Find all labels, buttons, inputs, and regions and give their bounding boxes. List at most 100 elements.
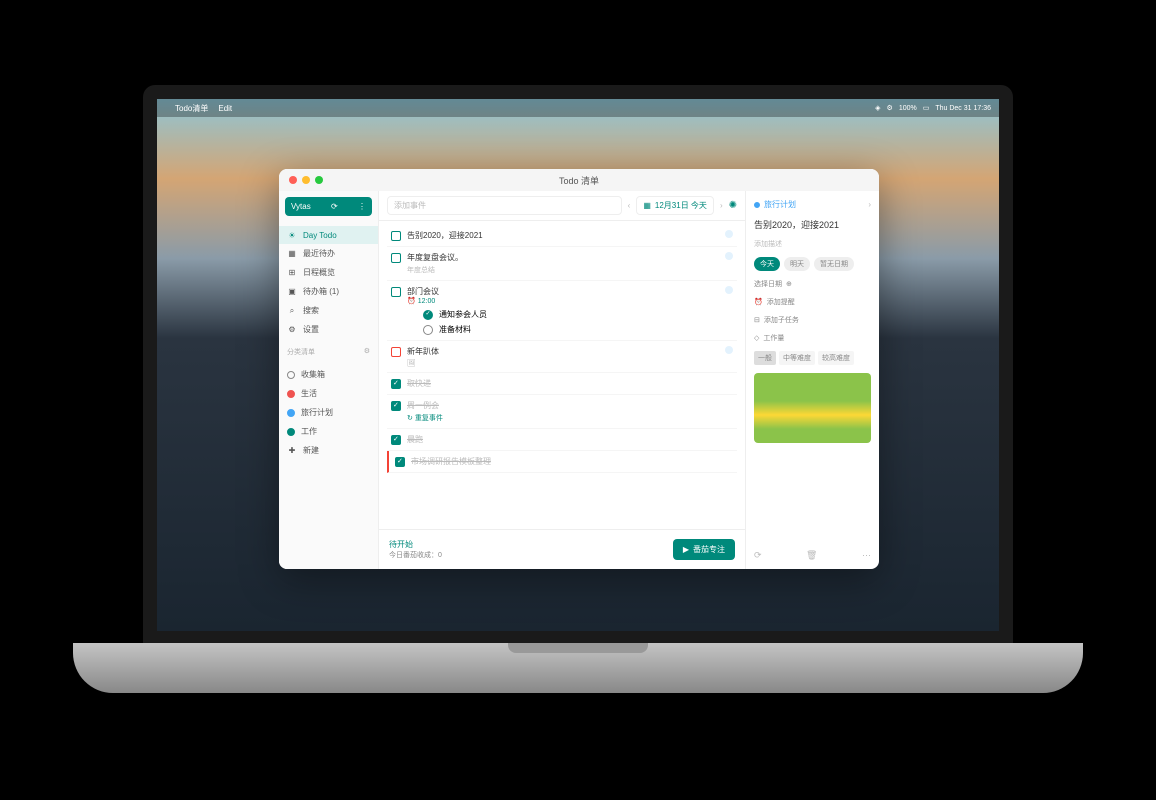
titlebar: Todo 清单 [279,169,879,191]
sync-icon[interactable]: ⟳ [331,202,338,211]
next-day-button[interactable]: › [720,201,723,210]
macos-menubar: Todo清单 Edit ◈ ⚙ 100% ▭ Thu Dec 31 17:36 [157,99,999,117]
effort-row: ◇工作量 [754,333,871,343]
nav-settings[interactable]: ⚙设置 [279,320,378,339]
diff-normal[interactable]: 一般 [754,351,776,365]
bluetooth-icon[interactable]: ⚙ [887,104,893,112]
section-lists: 分类清单 ⚙ [279,343,378,361]
checkbox[interactable] [391,253,401,263]
nav-day-todo[interactable]: ☀Day Todo [279,226,378,244]
list-work[interactable]: 工作 [279,422,378,441]
edit-menu[interactable]: Edit [218,104,232,113]
dot-icon [287,409,295,417]
checkbox[interactable] [391,435,401,445]
task-item[interactable]: 新年趴体🖼 [387,341,737,373]
task-item[interactable]: 市场调研报告模板整理 [387,451,737,473]
play-icon: ▶ [683,545,689,554]
detail-panel: 旅行计划 › 告别2020，迎接2021 添加描述 今天 明天 暂无日期 选择日… [745,191,879,569]
checkbox[interactable] [391,401,401,411]
detail-title[interactable]: 告别2020，迎接2021 [754,218,871,231]
search-icon: ⌕ [287,306,297,316]
detail-desc[interactable]: 添加描述 [754,239,871,249]
subtask-row[interactable]: ⊟添加子任务 [754,315,871,325]
chip-tomorrow[interactable]: 明天 [784,257,810,271]
diff-medium[interactable]: 中等难度 [779,351,815,365]
task-item[interactable]: 部门会议⏰12:00通知参会人员准备材料 [387,281,737,341]
minimize-button[interactable] [302,176,310,184]
more-icon[interactable]: ⋯ [862,550,871,561]
close-button[interactable] [289,176,297,184]
repeat-icon: ↻ [407,415,413,422]
laptop-base [73,643,1083,693]
date-picker[interactable]: ▦ 12月31日 今天 [636,196,714,215]
maximize-button[interactable] [315,176,323,184]
status-text: 待开始 [389,539,442,550]
sun-icon: ☀ [287,230,297,240]
diamond-icon: ◇ [754,334,759,342]
pomodoro-button[interactable]: ▶ 番茄专注 [673,539,735,560]
flag-icon[interactable] [725,346,733,354]
nav-schedule[interactable]: ⊞日程概览 [279,263,378,282]
checkbox[interactable] [391,379,401,389]
task-item[interactable]: 周一例会↻ 重复事件 [387,395,737,429]
subtask-icon: ⊟ [754,316,760,324]
datetime[interactable]: Thu Dec 31 17:36 [935,105,991,112]
add-list-icon[interactable]: ⚙ [364,347,370,357]
task-item[interactable]: 年度复盘会议。年度总结 [387,247,737,281]
flag-icon[interactable] [725,286,733,294]
app-window: Todo 清单 Vytas ⟳ ⋮ ☀Day Todo ▦最近待办 ⊞日程概览 … [279,169,879,569]
nav-search[interactable]: ⌕搜索 [279,301,378,320]
focus-icon[interactable]: ✺ [729,200,737,211]
task-item[interactable]: 晨跑 [387,429,737,451]
checkbox[interactable] [391,347,401,357]
chevron-right-icon[interactable]: › [868,200,871,209]
screen: Todo清单 Edit ◈ ⚙ 100% ▭ Thu Dec 31 17:36 … [143,85,1013,645]
subtask-radio[interactable] [423,310,433,320]
laptop-frame: Todo清单 Edit ◈ ⚙ 100% ▭ Thu Dec 31 17:36 … [73,85,1083,715]
battery-text: 100% [899,105,917,112]
task-item[interactable]: 取快递 [387,373,737,395]
main-panel: 添加事件 ‹ ▦ 12月31日 今天 › ✺ 告别2020，迎接2021 年度复… [379,191,745,569]
app-name[interactable]: Todo清单 [175,103,208,114]
menu-icon[interactable]: ⋮ [358,202,366,211]
checkbox[interactable] [391,287,401,297]
clock-icon: ⏰ [407,297,416,305]
chip-nodate[interactable]: 暂无日期 [814,257,854,271]
image-icon: 🖼 [407,359,719,367]
task-list: 告别2020，迎接2021 年度复盘会议。年度总结 部门会议⏰12:00通知参会… [379,221,745,529]
diff-high[interactable]: 较高难度 [818,351,854,365]
list-inbox[interactable]: 收集箱 [279,365,378,384]
dot-icon [287,371,295,379]
chip-today[interactable]: 今天 [754,257,780,271]
reminder-row[interactable]: ⏰添加提醒 [754,297,871,307]
breadcrumb[interactable]: 旅行计划 › [754,199,871,210]
subtask-radio[interactable] [423,325,433,335]
dot-icon [287,390,295,398]
delete-icon[interactable]: 🗑 [806,550,817,561]
list-new[interactable]: ✚新建 [279,441,378,460]
add-event-input[interactable]: 添加事件 [387,196,622,215]
list-travel[interactable]: 旅行计划 [279,403,378,422]
attachment-image[interactable] [754,373,871,443]
task-item[interactable]: 告别2020，迎接2021 [387,225,737,247]
grid-icon: ⊞ [287,268,297,278]
flag-icon[interactable] [725,230,733,238]
prev-day-button[interactable]: ‹ [628,201,631,210]
user-badge[interactable]: Vytas ⟳ ⋮ [285,197,372,216]
wifi-icon[interactable]: ◈ [875,104,880,112]
toolbar: 添加事件 ‹ ▦ 12月31日 今天 › ✺ [379,191,745,221]
battery-icon[interactable]: ▭ [923,104,930,112]
refresh-icon[interactable]: ⟳ [754,550,762,561]
flag-icon[interactable] [725,252,733,260]
nav-inbox[interactable]: ▣待办箱 (1) [279,282,378,301]
nav-recent[interactable]: ▦最近待办 [279,244,378,263]
checkbox[interactable] [391,231,401,241]
list-life[interactable]: 生活 [279,384,378,403]
checkbox[interactable] [395,457,405,467]
date-row[interactable]: 选择日期 ⊕ [754,279,871,289]
sidebar: Vytas ⟳ ⋮ ☀Day Todo ▦最近待办 ⊞日程概览 ▣待办箱 (1)… [279,191,379,569]
calendar-icon: ▦ [643,201,651,210]
calendar-icon: ▦ [287,249,297,259]
inbox-icon: ▣ [287,287,297,297]
harvest-text: 今日番茄收成：0 [389,550,442,560]
